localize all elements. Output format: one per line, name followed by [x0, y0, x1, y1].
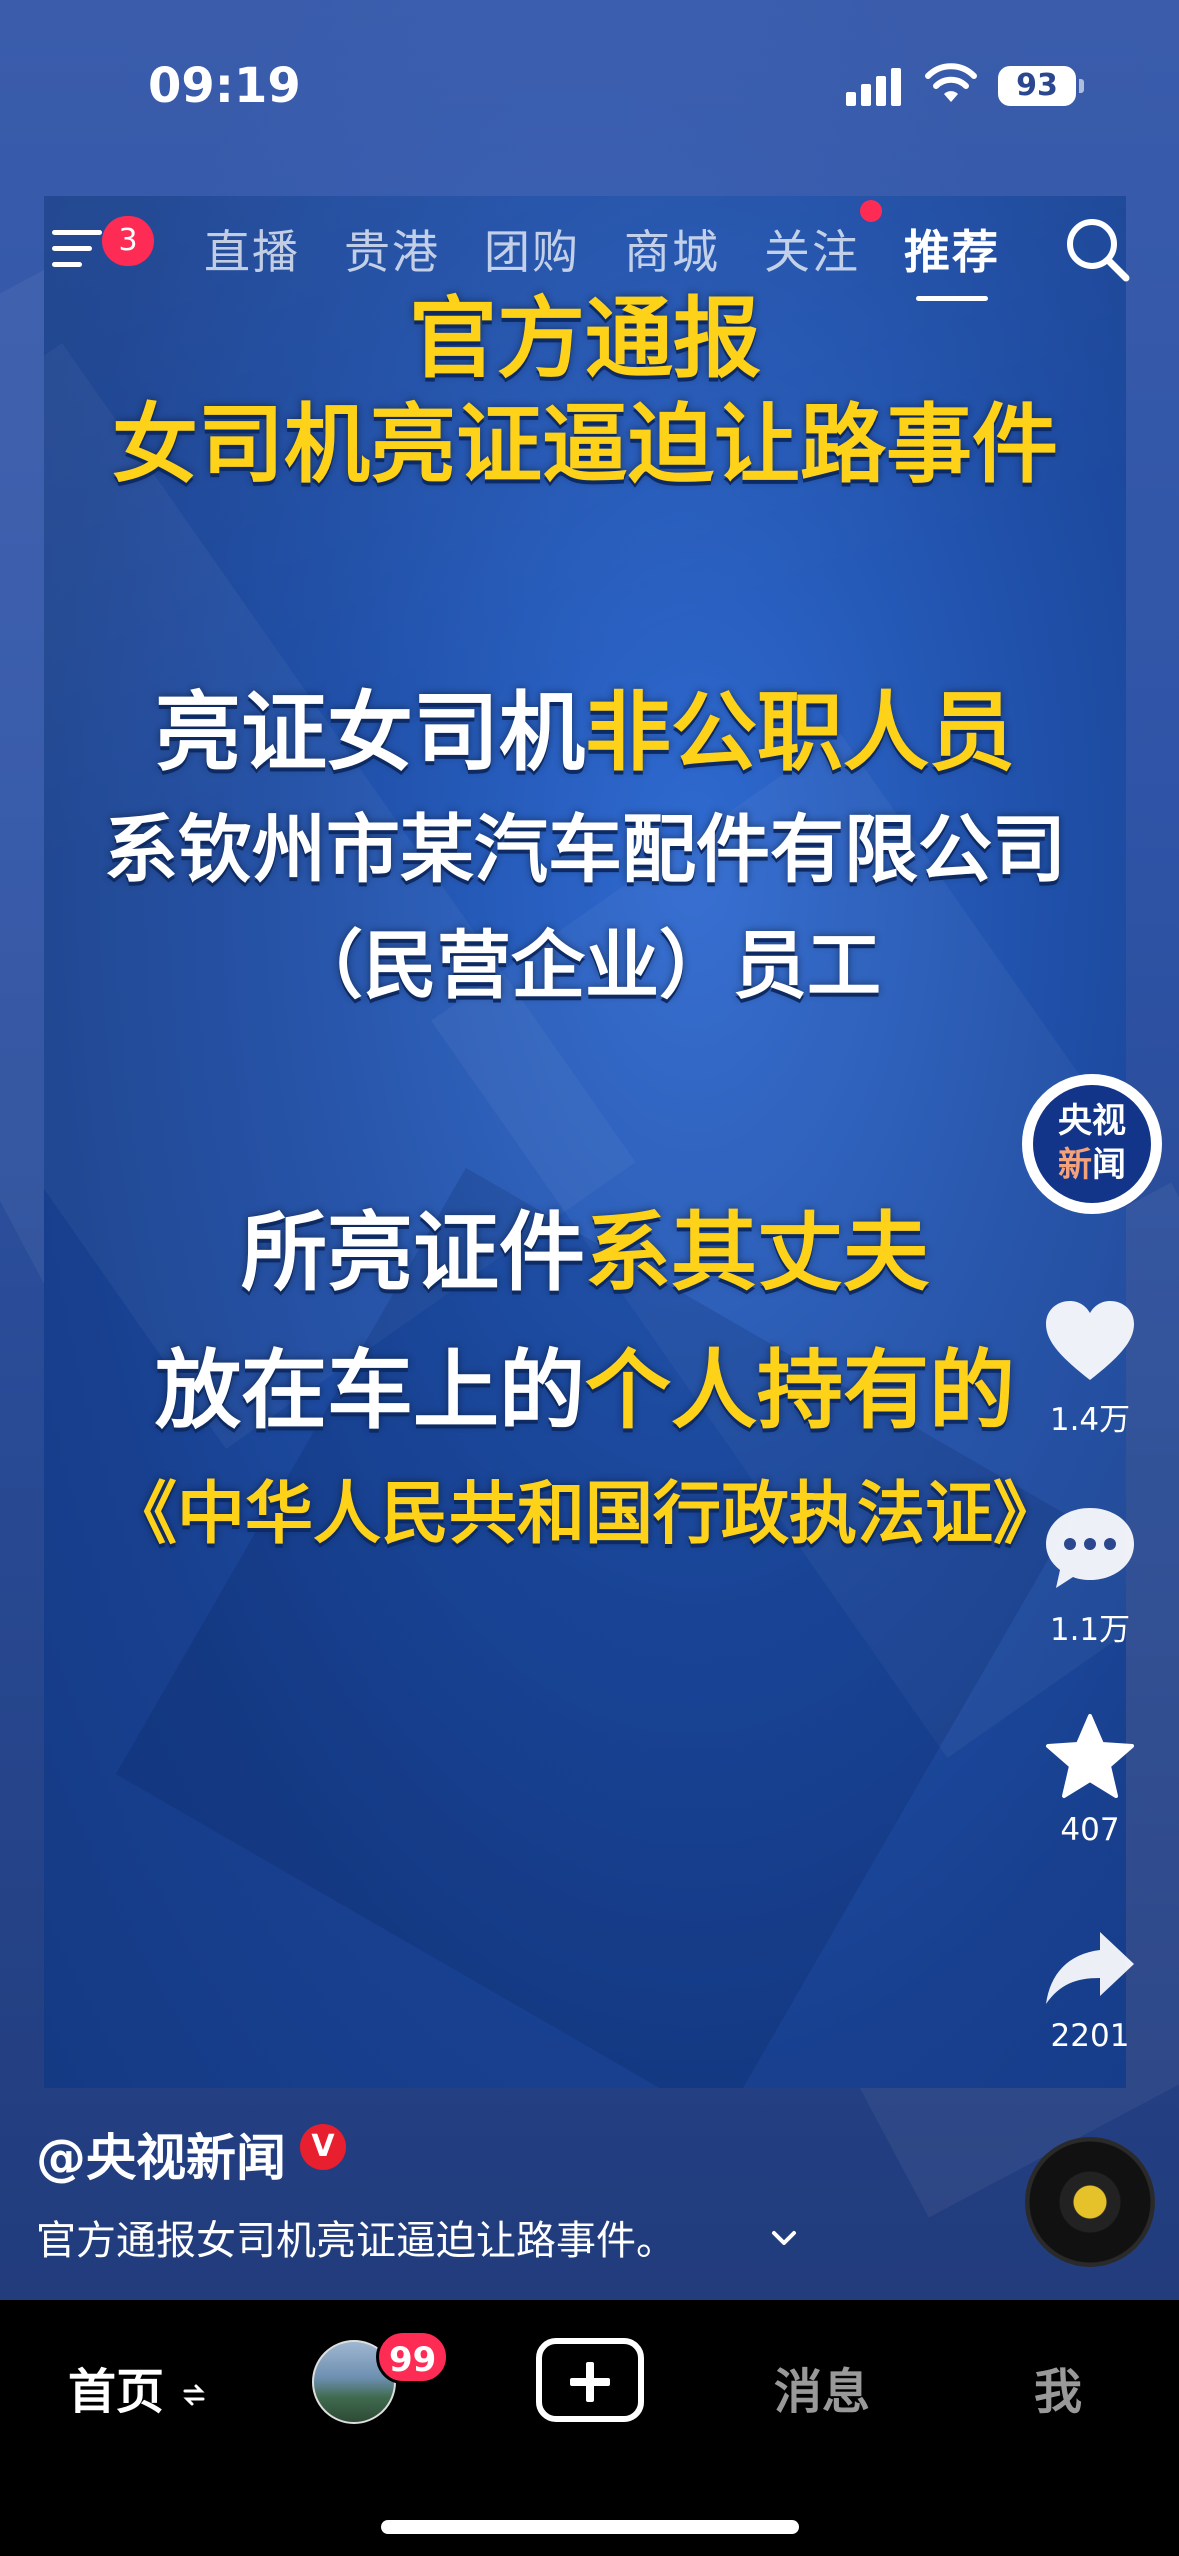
- chevron-down-icon[interactable]: [768, 2222, 800, 2254]
- search-icon[interactable]: [1062, 214, 1132, 284]
- tab-me[interactable]: 我: [1034, 2352, 1082, 2422]
- author-name[interactable]: @央视新闻: [36, 2118, 286, 2190]
- account-logo-line2-b: 闻: [1092, 1145, 1126, 1185]
- video-caption[interactable]: 官方通报女司机亮证逼迫让路事件。: [36, 2208, 676, 2266]
- bottom-tab-bar: 首页 99 消息 我: [0, 2300, 1179, 2556]
- star-icon: [1046, 1714, 1134, 1798]
- video-block2-line2-white: 放在车上的: [155, 1341, 585, 1441]
- heart-icon: [1046, 1301, 1134, 1380]
- video-block2-line1-white: 所亮证件: [241, 1203, 585, 1303]
- share-icon: [1046, 1932, 1134, 2004]
- video-block2-line1: 所亮证件系其丈夫: [44, 1182, 1126, 1307]
- video-block1-line1-yellow: 非公职人员: [585, 683, 1015, 783]
- tab-live[interactable]: 直播: [204, 216, 300, 282]
- home-indicator: [381, 2520, 799, 2534]
- share-count: 2201: [1050, 2018, 1130, 2054]
- account-logo-line2-a: 新: [1058, 1145, 1092, 1185]
- account-avatar[interactable]: 央视 新闻: [1022, 1074, 1162, 1214]
- favorite-count: 407: [1060, 1812, 1120, 1848]
- video-block2-line3: 《中华人民共和国行政执法证》: [108, 1475, 1061, 1554]
- plus-icon-vertical: [586, 2362, 594, 2402]
- tab-home[interactable]: 首页: [68, 2352, 207, 2422]
- status-bar: 09:19 93: [0, 0, 1179, 170]
- like-button[interactable]: 1.4万: [1020, 1298, 1160, 1439]
- active-tab-indicator: [916, 296, 988, 301]
- like-count: 1.4万: [1049, 1402, 1131, 1438]
- favorite-button[interactable]: 407: [1020, 1712, 1160, 1848]
- video-title-line2: 女司机亮证逼迫让路事件: [112, 395, 1058, 495]
- video-block1-line1: 亮证女司机非公职人员: [44, 662, 1126, 787]
- account-logo-line2: 新闻: [1033, 1143, 1151, 1187]
- video-block2-line2: 放在车上的个人持有的: [44, 1320, 1126, 1445]
- account-logo: 央视 新闻: [1033, 1085, 1151, 1203]
- video-block2-line2-yellow: 个人持有的: [585, 1341, 1015, 1441]
- menu-button[interactable]: 3: [52, 216, 154, 270]
- switch-arrows-icon: [183, 2384, 205, 2406]
- video-block1-line2: 系钦州市某汽车配件有限公司: [104, 807, 1066, 893]
- wifi-icon: [925, 63, 977, 102]
- tab-messages[interactable]: 消息: [774, 2352, 870, 2422]
- signal-icon: [846, 66, 906, 106]
- comment-button[interactable]: 1.1万: [1020, 1504, 1160, 1649]
- tab-home-label: 首页: [68, 2364, 165, 2420]
- comment-count: 1.1万: [1049, 1612, 1131, 1648]
- tab-local[interactable]: 贵港: [344, 216, 440, 282]
- video-block1-line3: （民营企业）员工: [289, 923, 881, 1009]
- top-nav: 3 直播 贵港 团购 商城 关注 推荐: [0, 200, 1179, 320]
- video-player[interactable]: 官方通报 女司机亮证逼迫让路事件 亮证女司机非公职人员 系钦州市某汽车配件有限公…: [44, 196, 1126, 2088]
- friends-badge: 99: [376, 2330, 450, 2384]
- share-button[interactable]: 2201: [1020, 1928, 1160, 2054]
- following-new-dot: [860, 200, 882, 222]
- create-button[interactable]: [536, 2338, 644, 2422]
- tab-recommended[interactable]: 推荐: [904, 216, 1000, 282]
- menu-badge: 3: [102, 216, 154, 266]
- tab-following[interactable]: 关注: [764, 216, 860, 282]
- video-block2-line1-yellow: 系其丈夫: [585, 1203, 929, 1303]
- comment-icon: [1046, 1508, 1134, 1588]
- tab-group-buy[interactable]: 团购: [484, 216, 580, 282]
- status-time: 09:19: [148, 58, 301, 114]
- tab-mall[interactable]: 商城: [624, 216, 720, 282]
- music-disc[interactable]: [1025, 2137, 1155, 2267]
- video-block1-line1-white: 亮证女司机: [155, 683, 585, 783]
- verified-badge: V: [300, 2124, 346, 2170]
- battery-icon: 93: [998, 66, 1084, 106]
- account-logo-line1: 央视: [1058, 1101, 1126, 1141]
